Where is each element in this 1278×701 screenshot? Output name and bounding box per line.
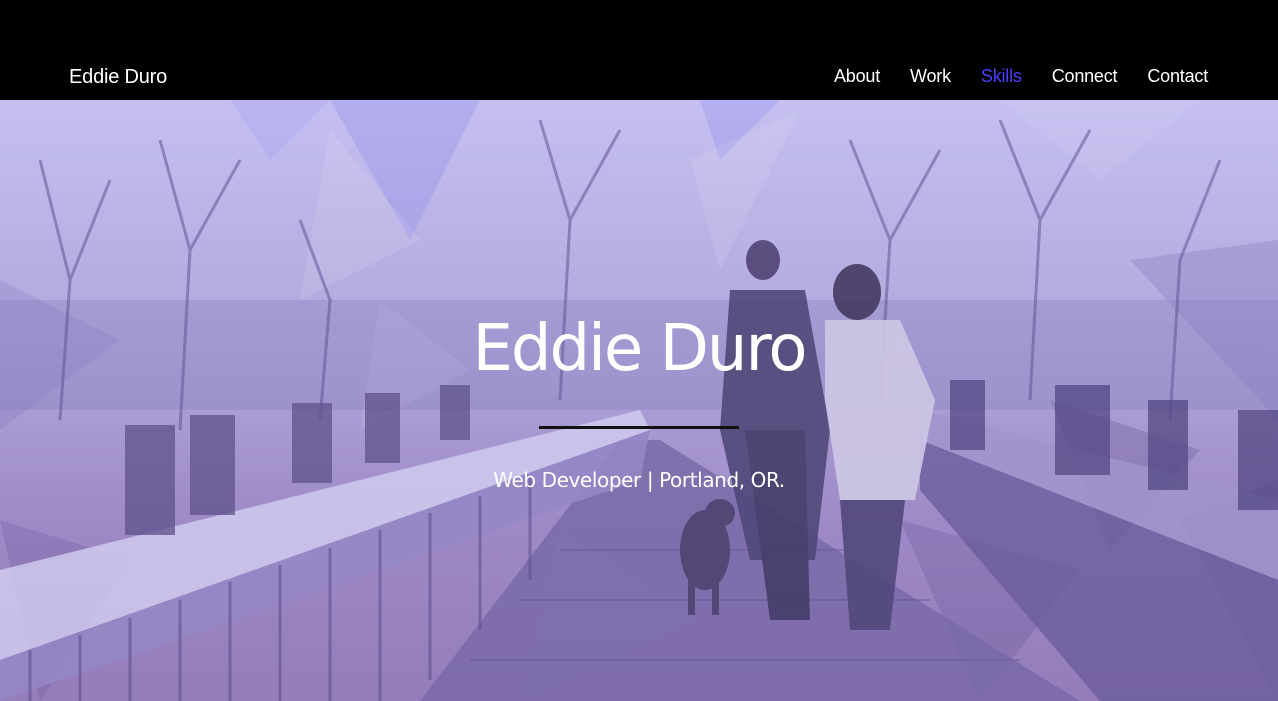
- nav-item-about: About: [834, 66, 880, 87]
- nav-item-skills: Skills: [981, 66, 1022, 87]
- hero-divider: [539, 426, 739, 429]
- nav-link-skills[interactable]: Skills: [981, 66, 1022, 86]
- hero-section: Eddie Duro Web Developer | Portland, OR.: [0, 100, 1278, 701]
- nav-links: About Work Skills Connect Contact: [834, 66, 1208, 87]
- nav-link-work[interactable]: Work: [910, 66, 951, 86]
- nav-item-connect: Connect: [1052, 66, 1118, 87]
- nav-item-contact: Contact: [1147, 66, 1208, 87]
- nav-link-connect[interactable]: Connect: [1052, 66, 1118, 86]
- hero-title: Eddie Duro: [472, 312, 807, 386]
- brand-link[interactable]: Eddie Duro: [69, 66, 167, 89]
- top-navbar: Eddie Duro About Work Skills Connect Con…: [0, 0, 1278, 100]
- hero-subtitle: Web Developer | Portland, OR.: [493, 468, 785, 492]
- nav-item-work: Work: [910, 66, 951, 87]
- nav-link-contact[interactable]: Contact: [1147, 66, 1208, 86]
- nav-link-about[interactable]: About: [834, 66, 880, 86]
- hero-background-image: [0, 100, 1278, 701]
